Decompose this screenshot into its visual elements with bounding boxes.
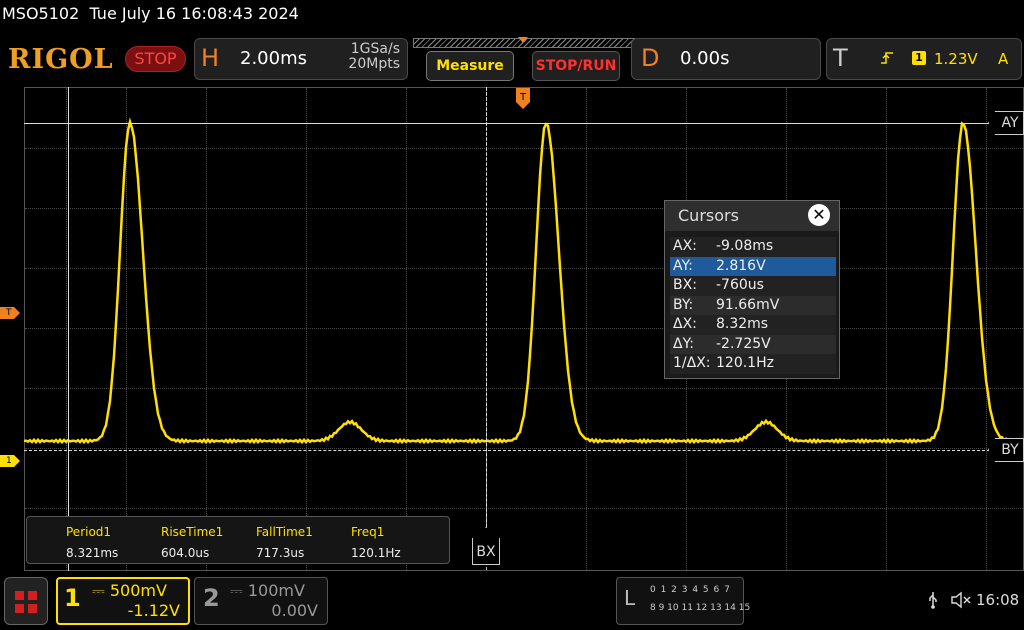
delay-value: 0.00s (680, 48, 730, 69)
sample-info: 1GSa/s 20Mpts (330, 42, 400, 72)
status-line: MSO5102 Tue July 16 16:08:43 2024 (2, 4, 299, 23)
logic-letter: L (624, 586, 636, 610)
cursor-bx-line[interactable] (486, 87, 487, 527)
cursor-row-dy[interactable]: ΔY: -2.725V (670, 334, 836, 354)
trigger-position-marker (518, 37, 528, 43)
rigol-logo: RIGOL (8, 44, 114, 75)
cursor-row-value: -9.08ms (716, 238, 774, 254)
cursor-row-ay[interactable]: AY: 2.816V (670, 256, 836, 276)
measurement-label: FallTime1 (256, 525, 313, 539)
measurement-value: 120.1Hz (351, 546, 401, 560)
cursor-row-value: 8.32ms (716, 316, 769, 332)
measure-button[interactable]: Measure (426, 51, 514, 81)
cursor-row-by[interactable]: BY: 91.66mV (670, 295, 836, 315)
trigger-source-badge: 1 (912, 51, 926, 65)
close-icon[interactable]: ✕ (808, 204, 830, 226)
cursor-ax-line[interactable] (68, 87, 69, 571)
grid-menu-icon[interactable] (4, 577, 48, 625)
horizontal-letter: H (201, 44, 220, 72)
cursor-by-line[interactable] (24, 450, 990, 451)
cursor-row-key: AX: (673, 238, 697, 254)
sample-rate: 1GSa/s (350, 41, 400, 57)
model-name: MSO5102 (2, 4, 80, 23)
ch1-waveform (24, 117, 1024, 445)
cursor-ay-line[interactable] (24, 123, 990, 124)
cursor-row-key: ΔY: (673, 335, 694, 352)
measurement-label: Period1 (66, 525, 112, 539)
measurement-value: 604.0us (161, 546, 210, 560)
ch2-scale: ⎓ 100mV (230, 581, 305, 600)
cursors-dialog-title: Cursors (678, 206, 739, 225)
measurement-value: 8.321ms (66, 546, 119, 560)
usb-icon (929, 592, 937, 609)
ch1-ground-marker[interactable]: 1 (0, 455, 20, 467)
speaker-muted-icon[interactable] (950, 590, 972, 610)
cursor-row-value: -760us (716, 277, 764, 293)
cursor-ay-tag[interactable]: AY (988, 111, 1024, 135)
memory-depth: 20Mpts (348, 56, 400, 72)
trigger-level-value: 1.23V (934, 50, 978, 68)
cursor-row-bx[interactable]: BX: -760us (670, 276, 836, 296)
cursor-row-inv-dx[interactable]: 1/ΔX: 120.1Hz (670, 354, 836, 374)
logic-channels-row2: 8 9 10 11 12 13 14 15 (650, 603, 751, 613)
logic-channels-row1: 0 1 2 3 4 5 6 7 (650, 585, 731, 595)
cursor-row-value: 120.1Hz (716, 355, 774, 371)
cursor-row-key: AY: (673, 257, 693, 274)
cursor-by-tag[interactable]: BY (988, 438, 1024, 462)
ch1-scale-value: 500mV (109, 581, 167, 600)
cursor-row-key: BY: (673, 296, 694, 313)
cursor-row-value: 91.66mV (716, 296, 780, 313)
measurement-label: RiseTime1 (161, 525, 224, 539)
datetime: Tue July 16 16:08:43 2024 (89, 4, 299, 23)
timebase-value: 2.00ms (240, 48, 307, 69)
cursor-row-key: ΔX: (673, 316, 697, 332)
stop-run-button[interactable]: STOP/RUN (532, 51, 620, 81)
trigger-mode: A (998, 50, 1009, 68)
system-clock: 16:08 (976, 591, 1020, 609)
ch2-offset: 0.00V (271, 601, 318, 620)
measurement-label: Freq1 (351, 525, 385, 539)
cursor-row-key: BX: (673, 277, 697, 293)
run-state-badge[interactable]: STOP (125, 46, 186, 72)
ch1-number: 1 (64, 584, 81, 612)
measurement-bar[interactable]: Period1 8.321ms RiseTime1 604.0us FallTi… (26, 516, 450, 564)
delay-letter: D (641, 44, 660, 72)
trigger-letter: T (833, 44, 848, 72)
ch2-scale-value: 100mV (247, 581, 305, 600)
cursor-row-ax[interactable]: AX: -9.08ms (670, 237, 836, 257)
ch2-number: 2 (203, 584, 220, 612)
trigger-level-marker[interactable]: T (0, 307, 20, 319)
cursor-row-value: 2.816V (716, 257, 766, 274)
cursor-row-key: 1/ΔX: (673, 355, 711, 371)
cursor-row-value: -2.725V (716, 335, 771, 352)
ch1-offset: -1.12V (127, 601, 180, 620)
trigger-time-marker[interactable]: T (516, 88, 530, 110)
measurement-value: 717.3us (256, 546, 305, 560)
svg-text:T: T (519, 92, 527, 103)
ch1-scale: ⎓ 500mV (92, 581, 167, 600)
cursor-row-dx[interactable]: ΔX: 8.32ms (670, 315, 836, 335)
cursors-table: AX: -9.08ms AY: 2.816V BX: -760us BY: 91.66m… (670, 237, 836, 374)
rising-edge-icon (881, 52, 893, 64)
